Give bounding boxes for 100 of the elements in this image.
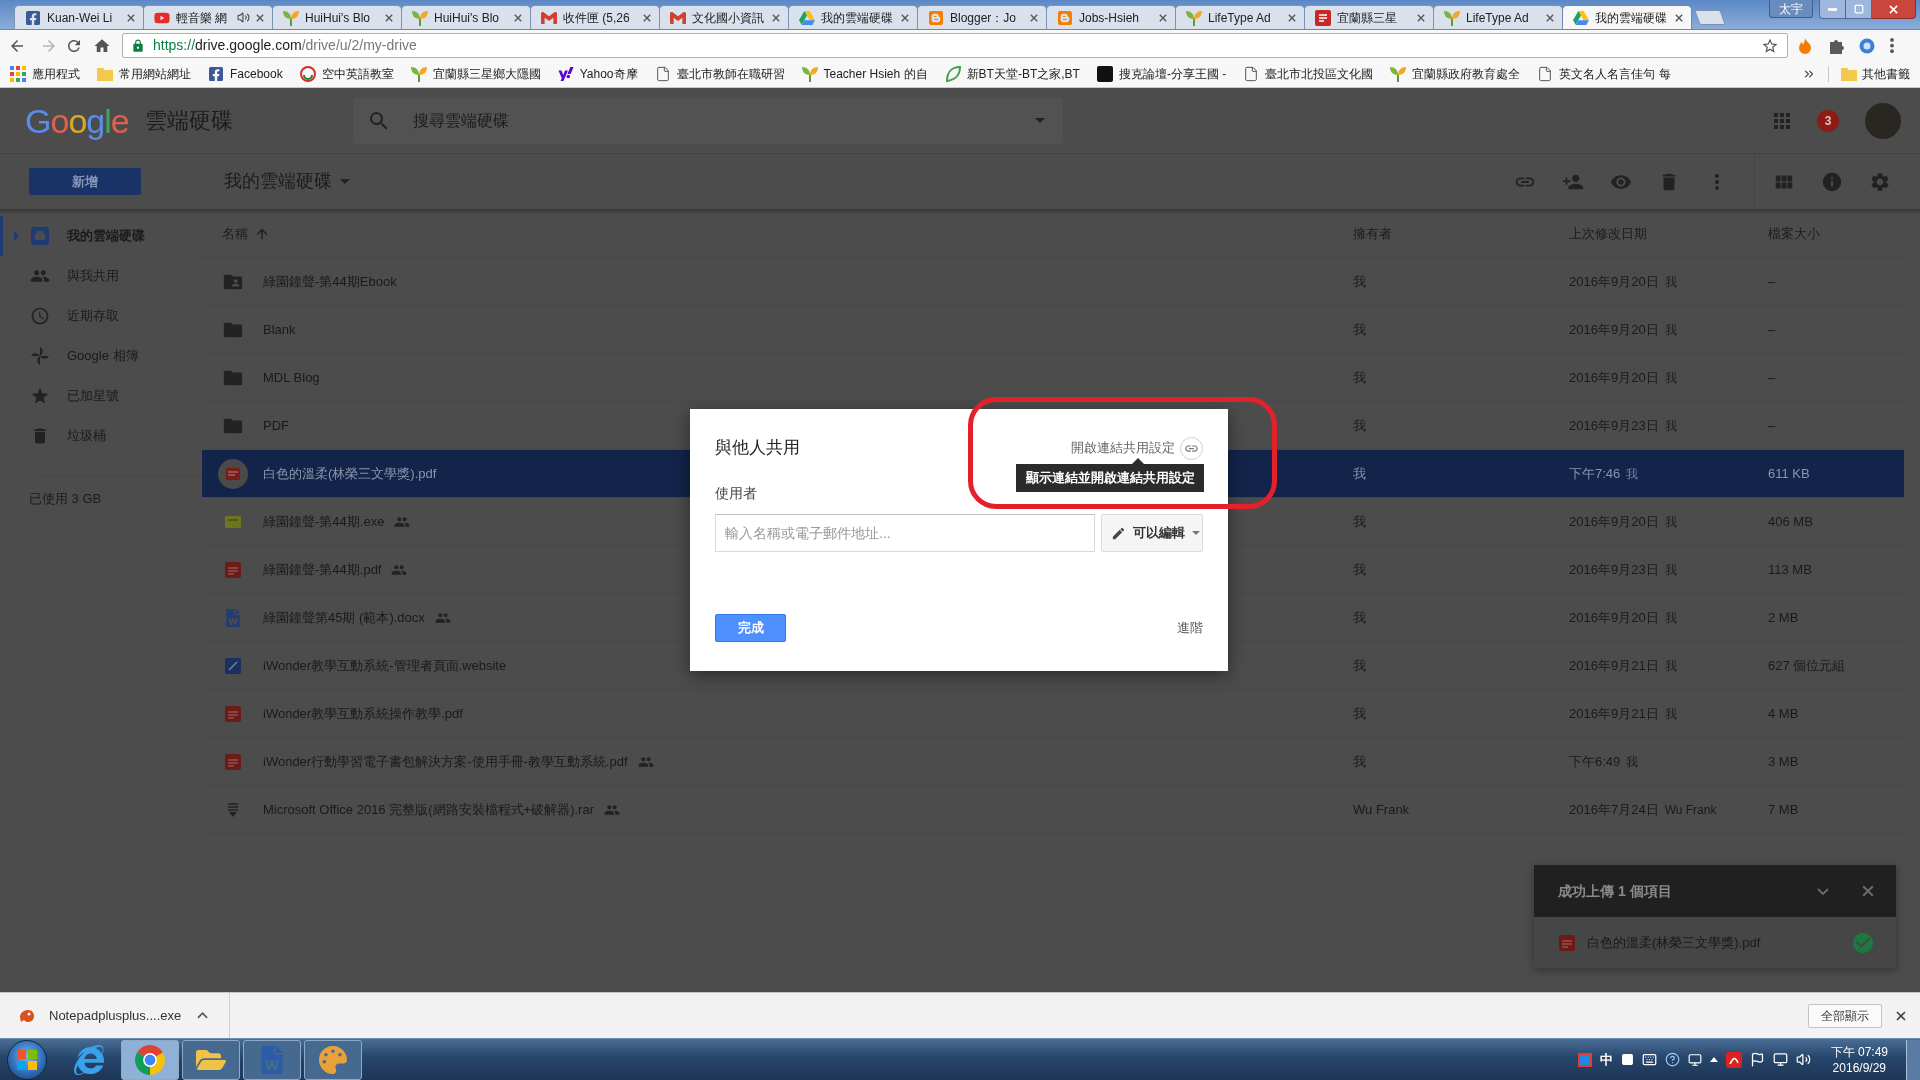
browser-tab[interactable]: 我的雲端硬碟 bbox=[1562, 5, 1692, 29]
browser-tab[interactable]: 我的雲端硬碟 bbox=[788, 5, 918, 29]
new-button[interactable]: 新增 bbox=[29, 168, 141, 195]
browser-tab[interactable]: 文化國小資訊 bbox=[659, 5, 789, 29]
close-icon[interactable] bbox=[1030, 13, 1038, 22]
flag-icon[interactable] bbox=[1749, 1052, 1765, 1067]
input-mode[interactable]: 中 bbox=[1599, 1049, 1613, 1070]
browser-tab[interactable]: Jobs-Hsieh bbox=[1046, 5, 1176, 29]
speaker-icon[interactable] bbox=[1795, 1052, 1811, 1067]
bookmark[interactable]: 臺北市教師在職研習 bbox=[654, 65, 785, 83]
caret-icon[interactable] bbox=[197, 1012, 209, 1019]
close-icon[interactable] bbox=[1288, 13, 1296, 22]
browser-tab[interactable]: 輕音樂 網 bbox=[143, 5, 273, 29]
bookmark[interactable]: 空中英語教室 bbox=[299, 65, 394, 83]
close-icon[interactable] bbox=[643, 13, 651, 22]
taskbar-button[interactable] bbox=[121, 1039, 179, 1080]
circle-logo-icon[interactable] bbox=[1859, 37, 1875, 54]
people-input[interactable]: 輸入名稱或電子郵件地址... bbox=[715, 514, 1095, 552]
word-document-icon bbox=[224, 608, 242, 627]
show-hidden-icons-icon[interactable] bbox=[1709, 1057, 1718, 1062]
browser-tab[interactable]: 宜蘭縣三星 bbox=[1304, 5, 1434, 29]
bookmark[interactable]: 英文名人名言佳句 每 bbox=[1537, 65, 1671, 83]
more-bookmarks-icon[interactable] bbox=[1802, 67, 1816, 81]
mail-icon bbox=[670, 9, 686, 26]
close-icon[interactable] bbox=[256, 13, 264, 22]
bookmark[interactable]: Teacher Hsieh 的自 bbox=[801, 65, 928, 83]
browser-tab[interactable]: LifeType Ad bbox=[1433, 5, 1563, 29]
bookmark[interactable]: 宜蘭縣三星鄉大隱國 bbox=[410, 65, 541, 83]
keyboard-icon[interactable] bbox=[1641, 1052, 1657, 1067]
close-icon[interactable] bbox=[127, 13, 135, 22]
bookmark-folder[interactable]: 其他書籤 bbox=[1841, 65, 1910, 83]
mail-icon bbox=[541, 9, 557, 26]
bookmark[interactable]: 新BT天堂-BT之家,BT bbox=[944, 65, 1080, 83]
browser-tab[interactable]: 收件匣 (5,26 bbox=[530, 5, 660, 29]
bookmark[interactable]: Facebook bbox=[208, 65, 283, 83]
taskbar-time[interactable]: 下午 07:49 bbox=[1830, 1043, 1888, 1060]
chrome-icon bbox=[135, 1044, 165, 1075]
square-logo-icon bbox=[1096, 66, 1113, 82]
permission-dropdown[interactable]: 可以編輯 bbox=[1101, 514, 1203, 552]
upload-title: 成功上傳 1 個項目 bbox=[1558, 881, 1672, 901]
show-all-button[interactable]: 全部顯示 bbox=[1808, 1003, 1882, 1028]
collapse-icon[interactable] bbox=[1817, 887, 1829, 895]
close-icon bbox=[1889, 4, 1898, 14]
taskbar-button[interactable] bbox=[182, 1039, 240, 1080]
file-size: – bbox=[1768, 368, 1776, 387]
archive-icon bbox=[227, 802, 239, 817]
close-icon[interactable] bbox=[1159, 13, 1167, 22]
lock-icon bbox=[131, 38, 145, 53]
framed-square-icon[interactable] bbox=[1577, 1052, 1592, 1067]
close-icon[interactable] bbox=[1546, 13, 1554, 22]
taskbar-button[interactable] bbox=[304, 1039, 362, 1080]
browser-tab[interactable]: HuiHui's Blo bbox=[272, 5, 402, 29]
square-icon[interactable] bbox=[1620, 1053, 1634, 1066]
browser-tab[interactable]: Blogger：Jo bbox=[917, 5, 1047, 29]
minimize-button[interactable] bbox=[1819, 0, 1846, 19]
show-desktop-button[interactable] bbox=[1906, 1039, 1920, 1080]
close-icon[interactable] bbox=[1675, 13, 1683, 22]
owner-name: 我 bbox=[1353, 464, 1366, 483]
menu-icon[interactable] bbox=[1890, 38, 1894, 53]
browser-tab[interactable]: HuiHui's Blo bbox=[401, 5, 531, 29]
close-icon[interactable] bbox=[1417, 13, 1425, 22]
browser-tab[interactable]: LifeType Ad bbox=[1175, 5, 1305, 29]
address-bar[interactable]: https://drive.google.com/drive/u/2/my-drive bbox=[122, 33, 1788, 58]
close-icon[interactable] bbox=[901, 13, 909, 22]
facebook-icon bbox=[208, 66, 224, 82]
close-icon[interactable] bbox=[1896, 1010, 1906, 1021]
close-window-button[interactable] bbox=[1872, 0, 1916, 19]
palette-icon bbox=[319, 1045, 347, 1074]
bookmark[interactable]: 應用程式 bbox=[10, 65, 80, 83]
advanced-link[interactable]: 進階 bbox=[1177, 618, 1203, 638]
close-icon[interactable] bbox=[772, 13, 780, 22]
flame-icon[interactable] bbox=[1797, 37, 1813, 54]
start-button[interactable] bbox=[7, 1039, 47, 1080]
bookmark[interactable]: 臺北市北投區文化國 bbox=[1243, 65, 1374, 83]
leaf-icon bbox=[944, 66, 961, 82]
curve-tile-icon[interactable] bbox=[1725, 1051, 1742, 1068]
taskbar-date[interactable]: 2016/9/29 bbox=[1832, 1059, 1886, 1076]
page-icon bbox=[1243, 66, 1260, 82]
taskbar-button[interactable] bbox=[243, 1039, 301, 1080]
bookmark[interactable]: 搜克論壇-分享王國 - bbox=[1096, 65, 1227, 83]
puzzle-icon[interactable] bbox=[1828, 37, 1844, 54]
help-icon[interactable] bbox=[1664, 1052, 1680, 1067]
sprout-icon bbox=[283, 9, 299, 26]
bookmark[interactable]: 宜蘭縣政府教育處全 bbox=[1390, 65, 1521, 83]
monitor-icon[interactable] bbox=[1687, 1052, 1702, 1067]
bookmark[interactable]: 常用網站網址 bbox=[97, 65, 191, 83]
maximize-button[interactable] bbox=[1846, 0, 1872, 19]
sprout-icon bbox=[410, 66, 427, 82]
close-icon[interactable] bbox=[514, 13, 522, 22]
bookmark[interactable]: Yahoo奇摩 bbox=[557, 65, 638, 83]
monitor-icon[interactable] bbox=[1772, 1052, 1788, 1067]
page-icon bbox=[654, 66, 671, 82]
star-icon bbox=[30, 386, 50, 406]
browser-tab[interactable]: Kuan-Wei Li bbox=[14, 5, 144, 29]
file-size: – bbox=[1768, 272, 1776, 291]
app-logo-icon bbox=[19, 1008, 35, 1023]
file-size: – bbox=[1768, 416, 1776, 435]
drive-icon bbox=[30, 226, 50, 246]
close-icon[interactable] bbox=[385, 13, 393, 22]
notification-badge[interactable]: 3 bbox=[1817, 109, 1839, 132]
